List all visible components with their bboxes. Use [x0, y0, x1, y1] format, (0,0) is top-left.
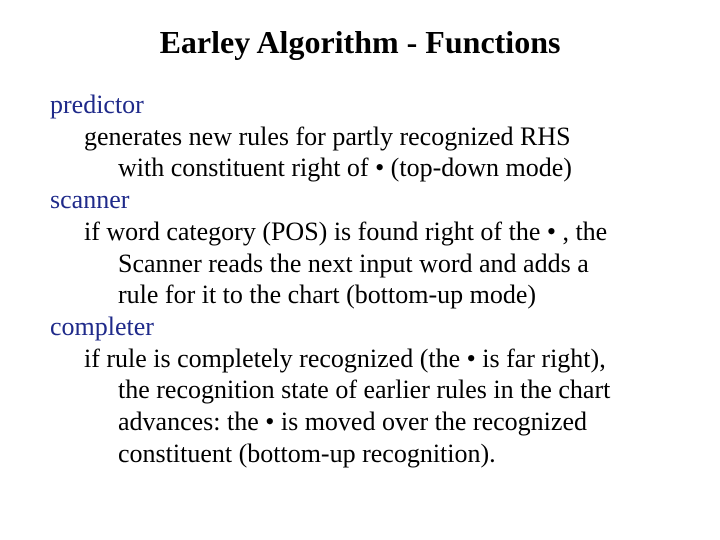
- term-completer: completer: [50, 311, 670, 343]
- slide-title: Earley Algorithm - Functions: [50, 24, 670, 61]
- completer-line3: advances: the • is moved over the recogn…: [118, 406, 670, 438]
- scanner-line2: Scanner reads the next input word and ad…: [118, 248, 670, 280]
- term-scanner: scanner: [50, 184, 670, 216]
- predictor-line1: generates new rules for partly recognize…: [84, 121, 670, 153]
- slide: Earley Algorithm - Functions predictor g…: [0, 0, 720, 490]
- completer-line2: the recognition state of earlier rules i…: [118, 374, 670, 406]
- completer-line4: constituent (bottom-up recognition).: [118, 438, 670, 470]
- scanner-line1: if word category (POS) is found right of…: [84, 216, 670, 248]
- term-predictor: predictor: [50, 89, 670, 121]
- scanner-line3: rule for it to the chart (bottom-up mode…: [118, 279, 670, 311]
- completer-line1: if rule is completely recognized (the • …: [84, 343, 670, 375]
- slide-body: predictor generates new rules for partly…: [50, 89, 670, 470]
- predictor-line2: with constituent right of • (top-down mo…: [118, 152, 670, 184]
